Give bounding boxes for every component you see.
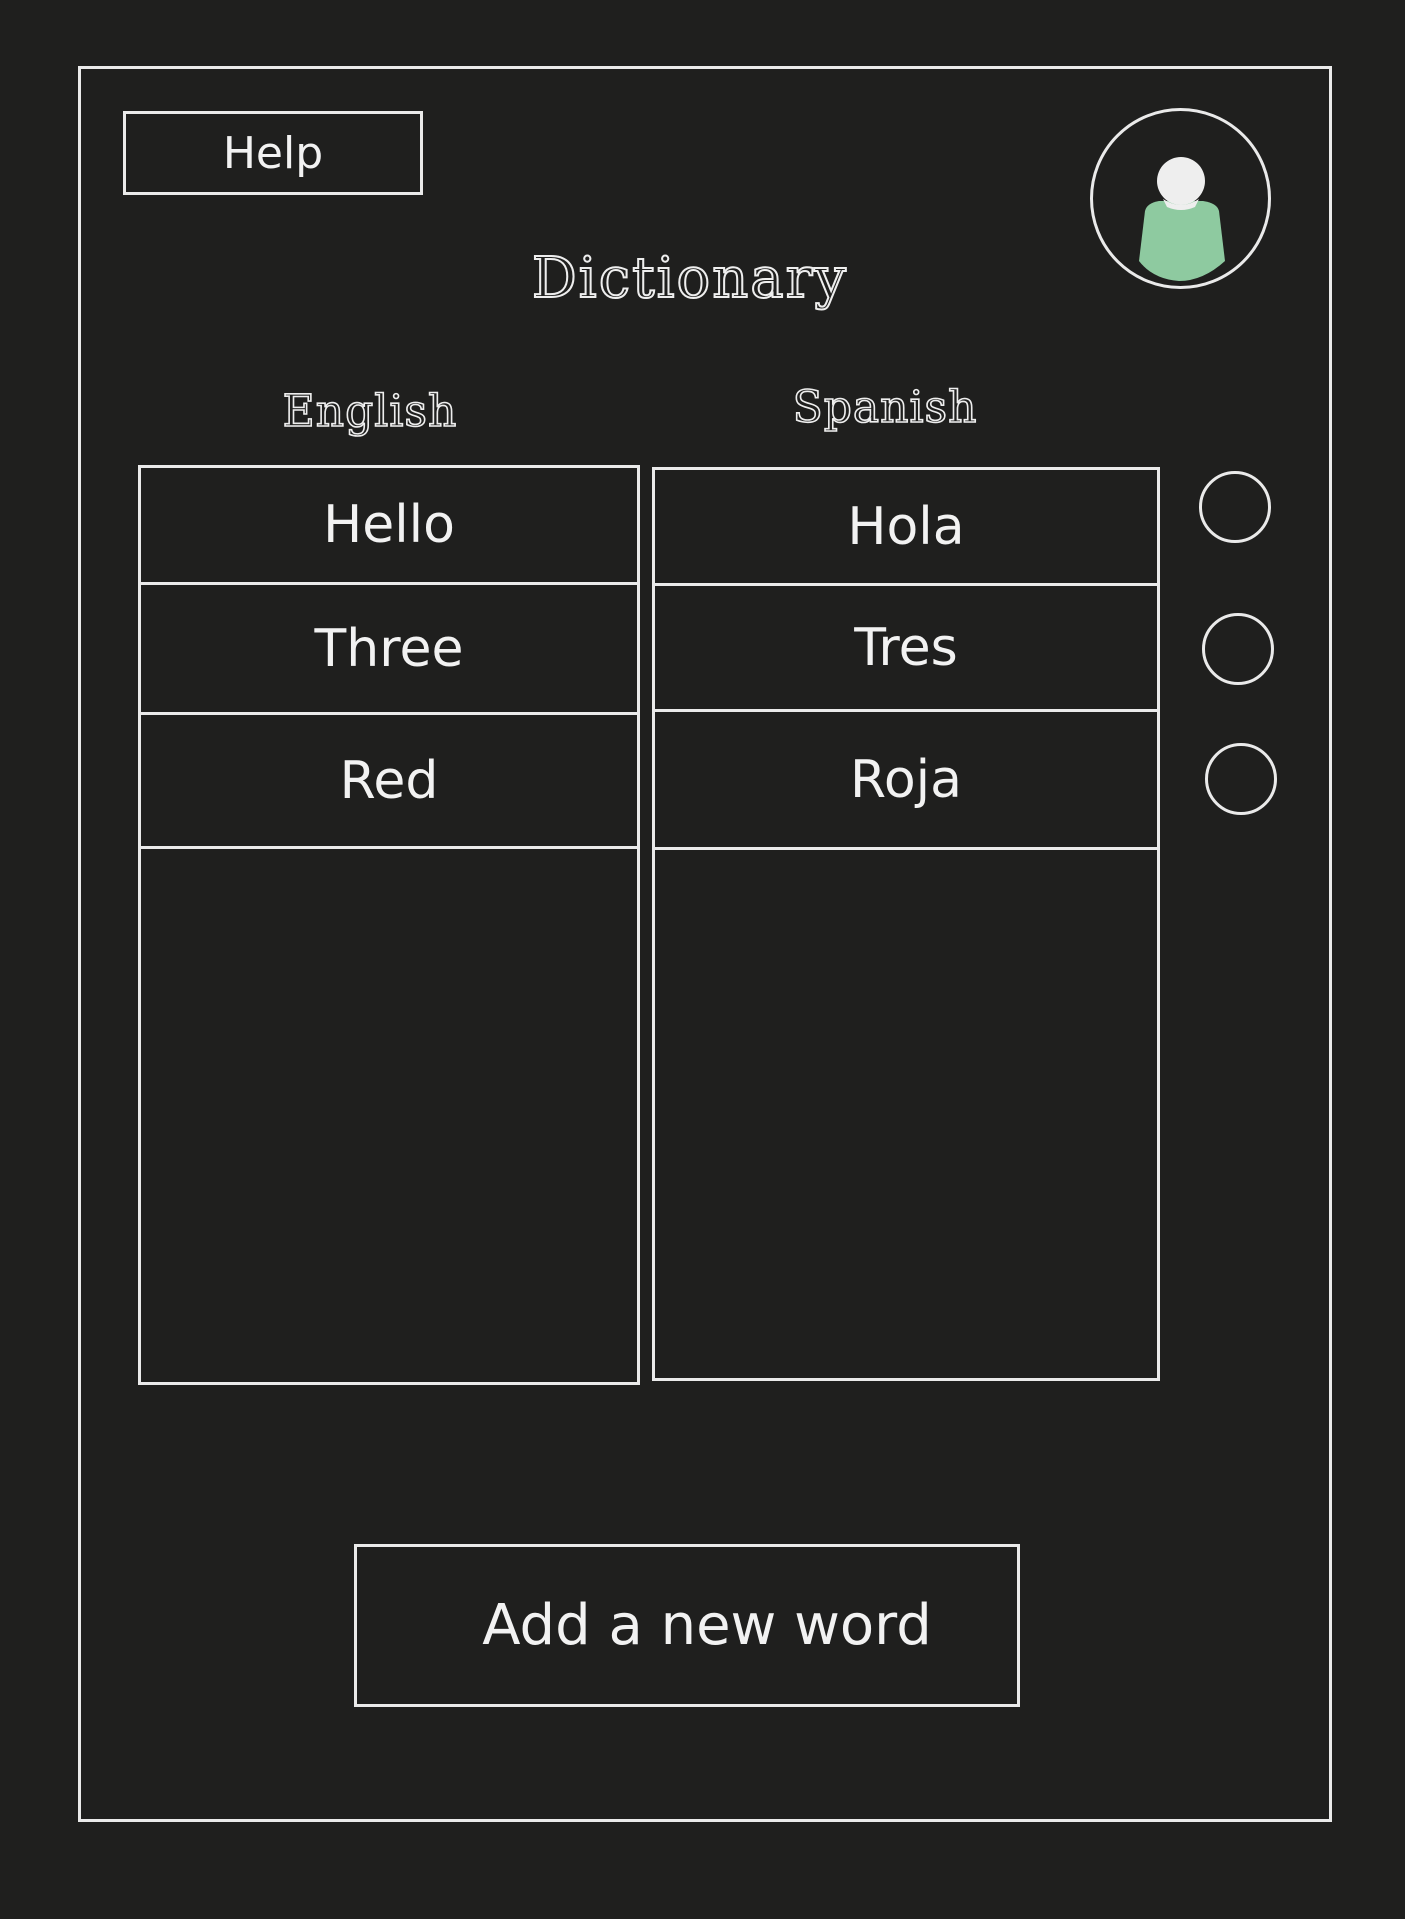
select-radio-row-3[interactable] <box>1205 743 1277 815</box>
spanish-word-row[interactable]: Hola <box>655 470 1157 586</box>
english-word-row[interactable]: Hello <box>141 468 637 585</box>
english-column-header: English <box>282 385 458 438</box>
add-new-word-button[interactable]: Add a new word <box>354 1544 1020 1707</box>
spanish-word-row[interactable]: Tres <box>655 586 1157 712</box>
select-radio-row-1[interactable] <box>1199 471 1271 543</box>
spanish-word-list: Hola Tres Roja <box>652 467 1160 1381</box>
user-avatar-icon <box>1139 157 1225 281</box>
help-button[interactable]: Help <box>123 111 423 195</box>
english-word-row[interactable]: Red <box>141 715 637 849</box>
english-word-list: Hello Three Red <box>138 465 640 1385</box>
spanish-word-row[interactable]: Roja <box>655 712 1157 850</box>
page-title: Dictionary <box>531 245 849 312</box>
user-avatar[interactable] <box>1090 108 1271 289</box>
select-radio-row-2[interactable] <box>1202 613 1274 685</box>
spanish-column-header: Spanish <box>792 381 978 434</box>
english-word-row[interactable]: Three <box>141 585 637 715</box>
